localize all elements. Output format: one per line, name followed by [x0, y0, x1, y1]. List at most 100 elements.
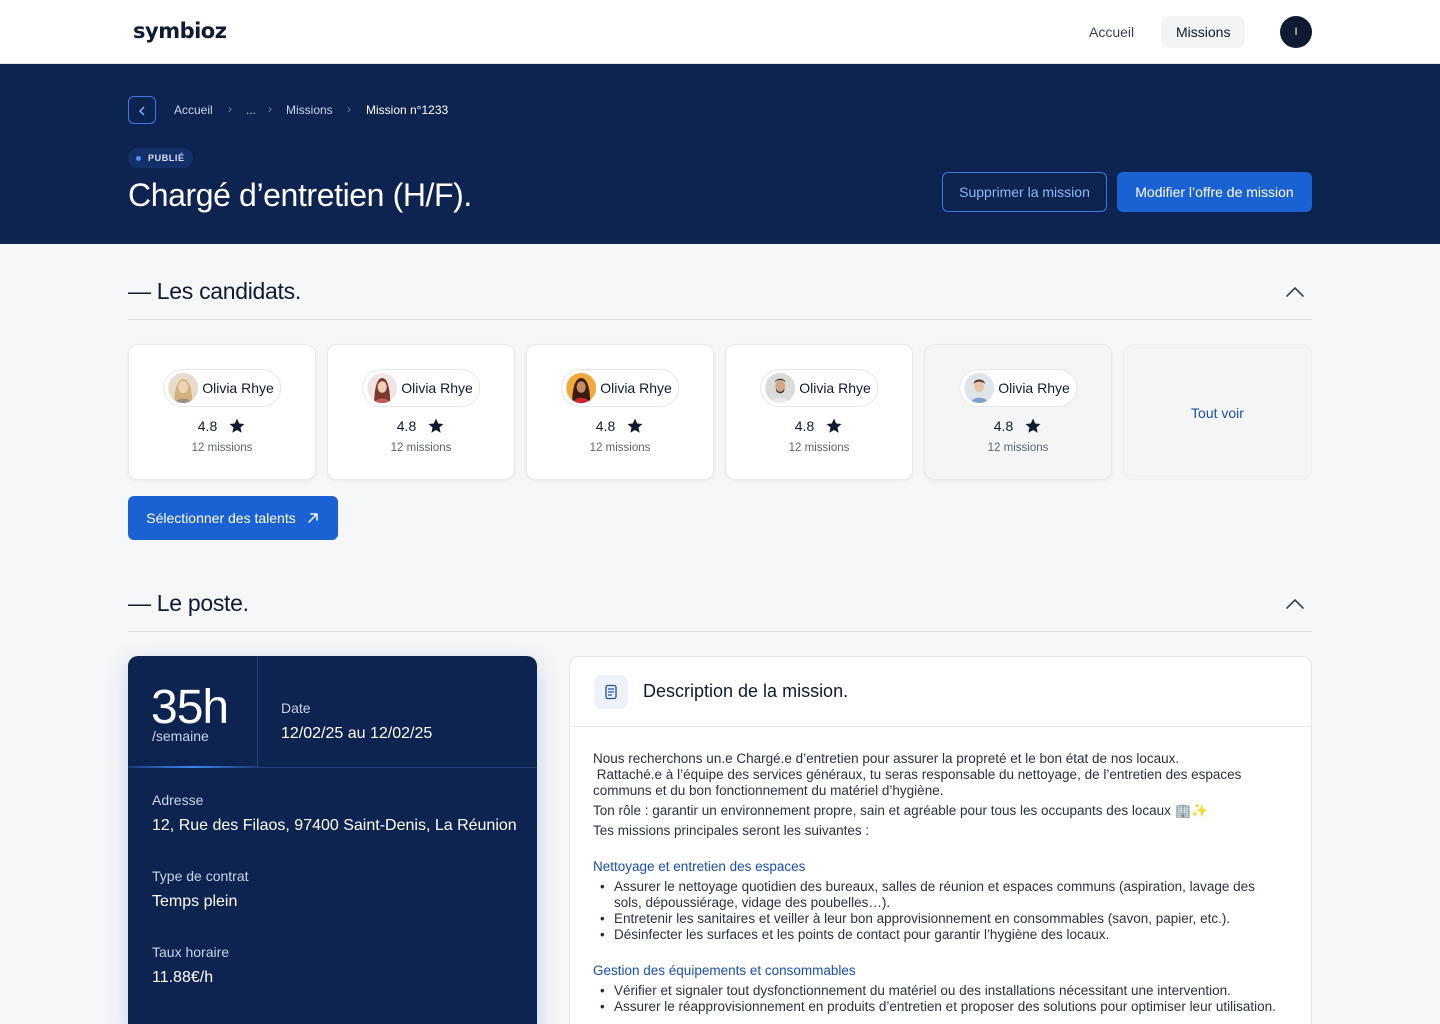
info-divider-accent: [128, 766, 257, 768]
list-item: Vérifier et signaler tout dysfonctionnem…: [593, 983, 1283, 999]
address-value: 12, Rue des Filaos, 97400 Saint-Denis, L…: [152, 817, 517, 834]
rate-label: Taux horaire: [152, 944, 230, 960]
breadcrumb-separator-icon: ›: [228, 102, 232, 116]
candidate-rating: 4.8: [925, 417, 1111, 435]
candidate-card[interactable]: Olivia Rhye 4.8 12 missions: [327, 344, 515, 480]
candidate-chip: Olivia Rhye: [163, 369, 281, 407]
candidate-card[interactable]: Olivia Rhye 4.8 12 missions: [725, 344, 913, 480]
edit-mission-button[interactable]: Modifier l’offre de mission: [1117, 172, 1312, 212]
hours-value: 35h: [151, 681, 229, 734]
candidate-card[interactable]: Olivia Rhye 4.8 12 missions: [924, 344, 1112, 480]
breadcrumb-accueil[interactable]: Accueil: [174, 103, 213, 117]
star-icon: [229, 418, 245, 433]
candidate-rating: 4.8: [726, 417, 912, 435]
candidate-chip: Olivia Rhye: [959, 369, 1077, 407]
chevron-up-icon: [1286, 599, 1304, 609]
star-icon: [428, 418, 444, 433]
address-label: Adresse: [152, 792, 204, 808]
nav-item-missions[interactable]: Missions: [1161, 16, 1246, 48]
candidate-rating: 4.8: [129, 417, 315, 435]
star-icon: [627, 418, 643, 433]
candidate-name: Olivia Rhye: [202, 380, 274, 396]
avatar: [566, 373, 597, 403]
candidate-name: Olivia Rhye: [600, 380, 672, 396]
document-icon: [594, 675, 628, 709]
description-body: Nous recherchons un.e Chargé.e d’entreti…: [593, 751, 1283, 1015]
collapse-candidates-button[interactable]: [1284, 281, 1306, 303]
list-item: Désinfecter les surfaces et les points d…: [593, 927, 1283, 943]
candidate-missions-count: 12 missions: [191, 442, 253, 454]
description-paragraph: Nous recherchons un.e Chargé.e d’entreti…: [593, 751, 1180, 766]
candidate-missions-count: 12 missions: [788, 442, 850, 454]
breadcrumb-separator-icon: ›: [347, 102, 351, 116]
description-list: Assurer le nettoyage quotidien des burea…: [593, 879, 1283, 943]
candidate-card[interactable]: Olivia Rhye 4.8 12 missions: [128, 344, 316, 480]
star-icon: [1025, 418, 1041, 433]
date-label: Date: [281, 700, 311, 716]
rating-value: 4.8: [197, 418, 218, 434]
candidate-missions-count: 12 missions: [589, 442, 651, 454]
list-item: Assurer le nettoyage quotidien des burea…: [593, 879, 1283, 911]
description-card: Description de la mission. Nous recherch…: [569, 656, 1312, 1024]
breadcrumb-separator-icon: ›: [268, 102, 272, 116]
avatar: [964, 373, 995, 403]
section-divider: [128, 631, 1312, 632]
description-paragraph: Rattaché.e à l’équipe des services génér…: [593, 767, 1246, 798]
description-paragraph: Tes missions principales seront les suiv…: [593, 823, 870, 838]
rate-value: 11.88€/h: [152, 969, 214, 986]
rating-value: 4.8: [794, 418, 815, 434]
status-badge: PUBLIÉ: [128, 148, 193, 168]
section-divider: [128, 319, 1312, 320]
list-item: Entretenir les sanitaires et veiller à l…: [593, 911, 1283, 927]
user-avatar[interactable]: I: [1280, 16, 1312, 48]
description-header: Description de la mission.: [570, 657, 1311, 727]
rating-value: 4.8: [595, 418, 616, 434]
breadcrumb-missions[interactable]: Missions: [286, 103, 333, 117]
post-section-title: — Le poste.: [128, 590, 249, 616]
candidate-name: Olivia Rhye: [401, 380, 473, 396]
contract-label: Type de contrat: [152, 868, 249, 884]
mission-hero: Accueil › ... › Missions › Mission n°123…: [0, 64, 1440, 244]
brand-logo[interactable]: symbioz: [133, 19, 227, 43]
candidate-rating: 4.8: [527, 417, 713, 435]
candidate-card[interactable]: Olivia Rhye 4.8 12 missions: [526, 344, 714, 480]
description-intro: Nous recherchons un.e Chargé.e d’entreti…: [593, 751, 1283, 839]
description-title: Description de la mission.: [643, 681, 849, 701]
description-subheading: Gestion des équipements et consommables: [593, 963, 856, 978]
select-talents-button[interactable]: Sélectionner des talents: [128, 496, 338, 540]
see-all-candidates-card[interactable]: Tout voir: [1123, 344, 1312, 480]
avatar: [765, 373, 796, 403]
breadcrumb-ellipsis[interactable]: ...: [246, 103, 256, 117]
candidate-chip: Olivia Rhye: [561, 369, 679, 407]
top-navbar: symbioz Accueil Missions I: [0, 0, 1440, 64]
mission-info-card: 35h /semaine Date 12/02/25 au 12/02/25 A…: [128, 656, 537, 1024]
nav-item-accueil[interactable]: Accueil: [1074, 16, 1149, 48]
status-badge-label: PUBLIÉ: [148, 153, 185, 163]
select-talents-label: Sélectionner des talents: [146, 510, 296, 526]
collapse-post-button[interactable]: [1284, 593, 1306, 615]
rating-value: 4.8: [396, 418, 417, 434]
breadcrumb-current: Mission n°1233: [366, 103, 449, 117]
candidate-name: Olivia Rhye: [799, 380, 871, 396]
contract-value: Temps plein: [152, 893, 238, 910]
candidate-chip: Olivia Rhye: [760, 369, 878, 407]
description-list: Vérifier et signaler tout dysfonctionnem…: [593, 983, 1283, 1015]
description-paragraph: Ton rôle : garantir un environnement pro…: [593, 803, 1209, 818]
hours-unit: /semaine: [152, 728, 209, 744]
info-divider: [257, 656, 258, 767]
see-all-link[interactable]: Tout voir: [1124, 405, 1311, 421]
chevron-left-icon: [139, 106, 145, 115]
candidate-rating: 4.8: [328, 417, 514, 435]
delete-mission-button[interactable]: Supprimer la mission: [942, 172, 1107, 212]
avatar: [367, 373, 398, 403]
star-icon: [826, 418, 842, 433]
avatar: [168, 373, 199, 403]
status-dot-icon: [136, 155, 141, 161]
list-item: Assurer le réapprovisionnement en produi…: [593, 999, 1283, 1015]
candidate-missions-count: 12 missions: [390, 442, 452, 454]
candidate-missions-count: 12 missions: [987, 442, 1049, 454]
candidate-name: Olivia Rhye: [998, 380, 1070, 396]
page-title: Chargé d’entretien (H/F).: [128, 177, 472, 213]
date-value: 12/02/25 au 12/02/25: [281, 725, 433, 742]
back-button[interactable]: [128, 96, 156, 124]
